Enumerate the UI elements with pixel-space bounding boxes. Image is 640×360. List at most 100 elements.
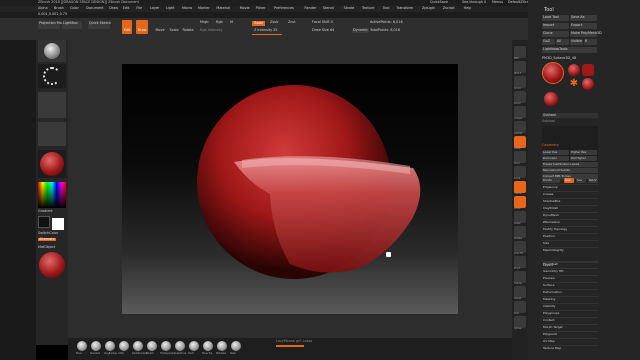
quicksave-button[interactable]: QuickSave <box>430 0 448 4</box>
aahalf-button[interactable]: AAHalf <box>514 121 526 135</box>
menu-preferences[interactable]: Preferences <box>274 6 294 10</box>
stroke-thumbnail[interactable] <box>38 64 66 88</box>
geometry-reuv-button[interactable]: ReUV <box>588 178 598 183</box>
actual-button[interactable]: Actual <box>514 106 526 120</box>
current-tool-thumbnail[interactable] <box>542 62 564 84</box>
m-button[interactable]: M <box>230 20 233 24</box>
section-claypolish[interactable]: ClayPolish <box>542 205 598 211</box>
solo-button[interactable]: Solo <box>514 301 526 315</box>
brush-move-button[interactable]: Move <box>76 340 88 358</box>
geometry-freeze-subdivision-levels-button[interactable]: Freeze SubDivision Levels <box>542 162 598 167</box>
menu-tool[interactable]: Tool <box>383 6 390 10</box>
menu-edit[interactable]: Edit <box>123 6 130 10</box>
section-visibility[interactable]: Visibility <box>542 303 598 309</box>
tool-goz-button[interactable]: GoZ <box>542 39 555 45</box>
section-crease[interactable]: Crease <box>542 191 598 197</box>
menu-help[interactable]: Help <box>464 6 472 10</box>
geometry-smt-button[interactable]: Smt <box>564 178 574 183</box>
tool-make-polymesh3d-button[interactable]: Make PolyMesh3D <box>570 31 602 37</box>
focal-shift-slider[interactable]: Focal Shift 0 <box>312 20 333 24</box>
section-preview[interactable]: Preview <box>542 275 598 281</box>
section-polygroups[interactable]: Polygroups <box>542 310 598 316</box>
switch-color-button[interactable]: SwitchColor <box>38 231 58 235</box>
menu-macro[interactable]: Macro <box>182 6 192 10</box>
zadd-button[interactable]: Zadd <box>252 21 265 27</box>
tool-r-button[interactable]: R <box>584 39 597 45</box>
geometry-lower-res-button[interactable]: Lower Res <box>542 150 569 155</box>
brush-trimdynamic-button[interactable]: TrimDynamic <box>160 340 174 358</box>
tool-lightbox-tools-button[interactable]: Lightbox▸Tools <box>542 47 597 53</box>
rgb-button[interactable]: Rgb <box>216 20 223 24</box>
move-button[interactable]: Move <box>514 196 526 210</box>
zsub-button[interactable]: Zsub <box>270 20 278 24</box>
section-meshintegrity[interactable]: MeshIntegrity <box>542 247 598 253</box>
menu-movie[interactable]: Movie <box>240 6 250 10</box>
xpose-button[interactable]: Xpose <box>514 316 526 330</box>
tool-visible-button[interactable]: Visible <box>570 39 583 45</box>
geometry-del-higher-button[interactable]: Del Higher <box>570 156 597 161</box>
tool-save-as-button[interactable]: Save As <box>570 15 597 21</box>
sphere-tool-icon[interactable] <box>568 64 580 76</box>
section-uv-map[interactable]: UV Map <box>542 338 598 344</box>
section-modify-topology[interactable]: Modify Topology <box>542 226 598 232</box>
geometry-divide-button[interactable]: Divide <box>542 178 560 183</box>
viewport-canvas[interactable] <box>122 64 458 314</box>
brush-snakehook-button[interactable]: SnakeHook <box>174 340 186 358</box>
menu-zscript[interactable]: Zscript <box>443 6 455 10</box>
draw-size-slider[interactable]: Draw Size 64 <box>312 28 334 32</box>
rotate-button[interactable]: Rotate <box>182 20 194 34</box>
tool-export-button[interactable]: Export <box>570 23 597 29</box>
alpha-thumbnail[interactable] <box>38 92 66 118</box>
bpr-button[interactable]: BPR <box>514 46 526 60</box>
zoom-button[interactable]: Zoom <box>514 91 526 105</box>
subtool-thumbnail[interactable] <box>544 92 558 106</box>
z-intensity-slider[interactable]: Z Intensity 25 <box>254 28 278 32</box>
section-fibermesh[interactable]: FiberMesh <box>542 261 598 267</box>
mrgb-button[interactable]: Mrgb <box>200 20 209 24</box>
persp-button[interactable]: Persp <box>514 136 526 150</box>
menu-stroke[interactable]: Stroke <box>344 6 355 10</box>
section-position[interactable]: Position <box>542 233 598 239</box>
brush-pinch-button[interactable]: Pinch <box>188 340 200 358</box>
menu-render[interactable]: Render <box>304 6 316 10</box>
subtool-header[interactable]: Subtool <box>542 113 598 119</box>
edit-button[interactable]: Edit <box>122 20 132 34</box>
tool-import-button[interactable]: Import <box>542 23 569 29</box>
line-fill-button[interactable]: Line Fill <box>514 241 526 255</box>
menu-document[interactable]: Document <box>86 6 104 10</box>
tool-load-tool-button[interactable]: Load Tool <box>542 15 569 21</box>
menu-alpha[interactable]: Alpha <box>38 6 48 10</box>
brush-slash-button[interactable]: Slash <box>230 340 242 358</box>
bottom-scroll[interactable] <box>276 345 304 347</box>
section-masking[interactable]: Masking <box>542 296 598 302</box>
section-shadowbox[interactable]: ShadowBox <box>542 198 598 204</box>
lightbox-button[interactable]: LightBox <box>62 21 82 29</box>
section-morph-target[interactable]: Morph Target <box>542 324 598 330</box>
section-edgeloop[interactable]: EdgeLoop <box>542 184 598 190</box>
tool-clone-button[interactable]: Clone <box>542 31 569 37</box>
zcut-button[interactable]: Zcut <box>288 20 296 24</box>
color-picker[interactable] <box>38 182 66 208</box>
simplebrush-icon[interactable] <box>582 64 594 76</box>
rotate-button[interactable]: Rotate <box>514 226 526 240</box>
scale-button[interactable]: Scale <box>514 211 526 225</box>
secondary-color-swatch[interactable] <box>52 218 64 230</box>
section-size[interactable]: Size <box>542 240 598 246</box>
menu-file[interactable]: File <box>136 6 142 10</box>
section-contact[interactable]: Contact <box>542 317 598 323</box>
projection-master-button[interactable]: Projection Master <box>38 21 68 29</box>
draw-button[interactable]: Draw <box>136 20 148 34</box>
menu-brush[interactable]: Brush <box>54 6 64 10</box>
menu-stencil[interactable]: Stencil <box>323 6 334 10</box>
star-tool-icon[interactable]: ✱ <box>568 78 580 90</box>
frame-button[interactable]: Frame <box>514 181 526 195</box>
brush-hpolish-button[interactable]: hPolish <box>146 340 158 358</box>
menus-button[interactable]: Menus <box>492 0 503 4</box>
geometry-del-lower-button[interactable]: Del Lower <box>542 156 569 161</box>
menu-picker[interactable]: Picker <box>256 6 266 10</box>
sphere-model[interactable] <box>122 64 458 314</box>
brush-claybuildup-button[interactable]: ClayBuildup <box>104 340 117 358</box>
tool-all-button[interactable]: All <box>556 39 569 45</box>
brush-standard-button[interactable]: Standard <box>90 340 102 358</box>
menu-light[interactable]: Light <box>166 6 174 10</box>
